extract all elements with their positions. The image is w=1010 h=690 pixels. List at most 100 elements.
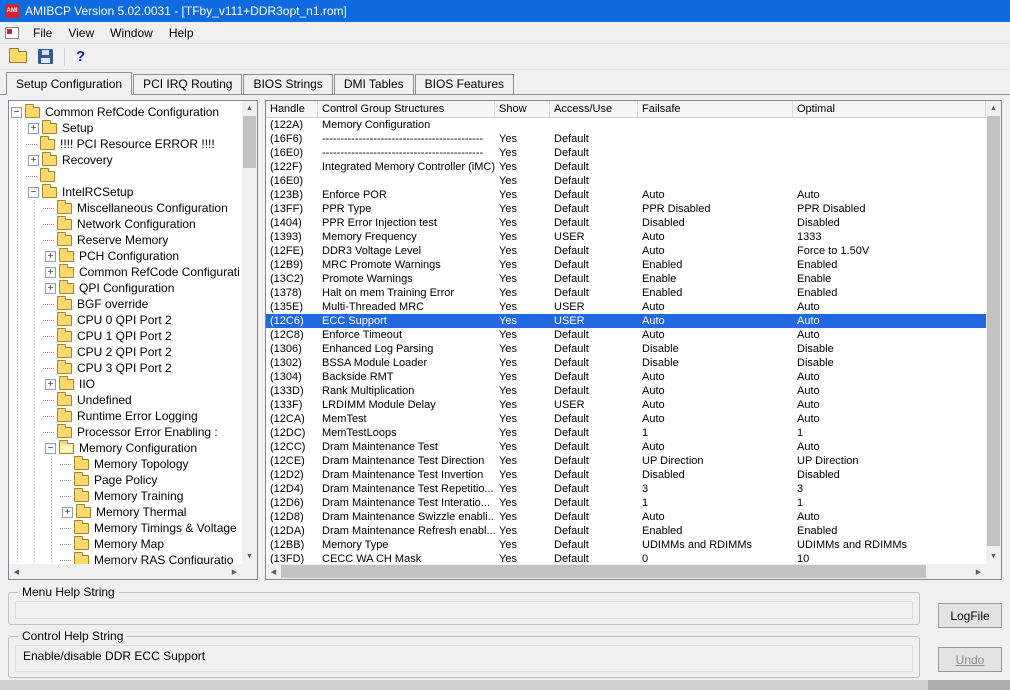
tree-item[interactable]: + Recovery	[9, 151, 242, 168]
tree-item[interactable]: Reserve Memory	[9, 231, 242, 248]
scroll-up-arrow[interactable]: ▲	[986, 101, 1001, 116]
table-row[interactable]: (12CC) Dram Maintenance Test Yes Default Aut…	[266, 440, 986, 454]
table-row[interactable]: (1302) BSSA Module Loader Yes Default Disabl…	[266, 356, 986, 370]
tab-pci-irq-routing[interactable]: PCI IRQ Routing	[133, 74, 243, 94]
table-row[interactable]: (13FF) PPR Type Yes Default PPR Disabled PPR …	[266, 202, 986, 216]
scroll-left-arrow[interactable]: ◀	[9, 564, 24, 579]
tree-item[interactable]: CPU 1 QPI Port 2	[9, 327, 242, 344]
tree-item[interactable]: Undefined	[9, 391, 242, 408]
scroll-down-arrow[interactable]: ▼	[986, 549, 1001, 564]
scroll-left-arrow[interactable]: ◀	[266, 564, 281, 579]
tree-item[interactable]: + Setup	[9, 119, 242, 136]
table-row[interactable]: (1393) Memory Frequency Yes USER Auto 1333	[266, 230, 986, 244]
tab-dmi-tables[interactable]: DMI Tables	[333, 74, 414, 94]
table-row[interactable]: (12DA) Dram Maintenance Refresh enabl... Y…	[266, 524, 986, 538]
tree-item[interactable]: − Common RefCode Configuration	[9, 103, 242, 120]
table-row[interactable]: (13C2) Promote Warnings Yes Default Enable En…	[266, 272, 986, 286]
expand-icon[interactable]: +	[45, 250, 56, 262]
tree-item[interactable]: + PCH Configuration	[9, 247, 242, 264]
tree-item[interactable]: CPU 3 QPI Port 2	[9, 359, 242, 376]
table-row[interactable]: (16E0) Yes Default	[266, 174, 986, 188]
tree-item[interactable]: Memory Training	[9, 487, 242, 504]
table-row[interactable]: (122F) Integrated Memory Controller (iMC)…	[266, 160, 986, 174]
table-row[interactable]: (1306) Enhanced Log Parsing Yes Default Disa…	[266, 342, 986, 356]
scroll-down-arrow[interactable]: ▼	[242, 549, 257, 564]
tree-item[interactable]: Network Configuration	[9, 215, 242, 232]
column-header-access-use[interactable]: Access/Use	[550, 101, 638, 117]
tree-item[interactable]: CPU 0 QPI Port 2	[9, 311, 242, 328]
tree-item[interactable]: + QPI Configuration	[9, 279, 242, 296]
tree-item[interactable]: !!!! PCI Resource ERROR !!!!	[9, 135, 242, 152]
table-vertical-scrollbar[interactable]: ▲ ▼	[986, 101, 1001, 564]
table-row[interactable]: (12D8) Dram Maintenance Swizzle enabli...…	[266, 510, 986, 524]
document-icon[interactable]	[5, 26, 19, 39]
tab-setup-configuration[interactable]: Setup Configuration	[6, 72, 133, 95]
table-row[interactable]: (12DC) MemTestLoops Yes Default 1 1	[266, 426, 986, 440]
expand-icon[interactable]: +	[45, 266, 56, 278]
open-file-icon[interactable]	[9, 47, 27, 63]
expand-icon[interactable]: +	[28, 154, 39, 166]
scrollbar-thumb[interactable]	[281, 565, 926, 578]
table-row[interactable]: (12FE) DDR3 Voltage Level Yes Default Auto Fo…	[266, 244, 986, 258]
tree-item[interactable]: Processor Error Enabling :	[9, 423, 242, 440]
column-header-handle[interactable]: Handle	[266, 101, 318, 117]
scroll-up-arrow[interactable]: ▲	[242, 101, 257, 116]
table-row[interactable]: (12BB) Memory Type Yes Default UDIMMs and RD…	[266, 538, 986, 552]
tree-item[interactable]: − Memory Configuration	[9, 439, 242, 456]
table-row[interactable]: (122A) Memory Configuration	[266, 118, 986, 132]
table-row[interactable]: (1404) PPR Error Injection test Yes Default…	[266, 216, 986, 230]
menu-window[interactable]: Window	[102, 23, 161, 43]
table-row[interactable]: (133D) Rank Multiplication Yes Default Auto A…	[266, 384, 986, 398]
table-row[interactable]: (12D6) Dram Maintenance Test Interatio...…	[266, 496, 986, 510]
tab-bios-features[interactable]: BIOS Features	[414, 74, 514, 94]
table-row[interactable]: (12B9) MRC Promote Warnings Yes Default Enab…	[266, 258, 986, 272]
undo-button[interactable]: Undo	[938, 647, 1002, 672]
table-row[interactable]: (13FD) CECC WA CH Mask Yes Default 0 10	[266, 552, 986, 564]
tree-item[interactable]: Memory Timings & Voltage	[9, 519, 242, 536]
column-header-failsafe[interactable]: Failsafe	[638, 101, 793, 117]
scrollbar-thumb[interactable]	[987, 116, 1000, 546]
expand-icon[interactable]: +	[28, 122, 39, 134]
table-row[interactable]: (133F) LRDIMM Module Delay Yes USER Auto Auto	[266, 398, 986, 412]
tree-vertical-scrollbar[interactable]: ▲ ▼	[242, 101, 257, 564]
menu-file[interactable]: File	[25, 23, 60, 43]
tree-item[interactable]: + Memory Thermal	[9, 503, 242, 520]
table-row[interactable]: (16F6) ----------------------------------…	[266, 132, 986, 146]
expand-icon[interactable]: +	[62, 506, 73, 518]
tree-item[interactable]: Miscellaneous Configuration	[9, 199, 242, 216]
table-horizontal-scrollbar[interactable]: ◀ ▶	[266, 564, 986, 579]
column-header-control-group-structures[interactable]: Control Group Structures	[318, 101, 495, 117]
column-header-show[interactable]: Show	[495, 101, 550, 117]
expand-icon[interactable]: +	[45, 378, 56, 390]
tree-item[interactable]: + Common RefCode Configurati	[9, 263, 242, 280]
collapse-icon[interactable]: −	[28, 186, 39, 198]
tree-item[interactable]: Runtime Error Logging	[9, 407, 242, 424]
menu-view[interactable]: View	[60, 23, 102, 43]
tree-item[interactable]: Page Policy	[9, 471, 242, 488]
logfile-button[interactable]: LogFile	[938, 603, 1002, 628]
tree-horizontal-scrollbar[interactable]: ◀ ▶	[9, 564, 242, 579]
table-row[interactable]: (12CA) MemTest Yes Default Auto Auto	[266, 412, 986, 426]
tree-item[interactable]: Memory Map	[9, 535, 242, 552]
scrollbar-thumb[interactable]	[243, 116, 256, 168]
table-row[interactable]: (12CE) Dram Maintenance Test Direction Yes…	[266, 454, 986, 468]
tree-item[interactable]: Memory Topology	[9, 455, 242, 472]
table-row[interactable]: (135E) Multi-Threaded MRC Yes USER Auto Auto	[266, 300, 986, 314]
tree-item[interactable]: Memory RAS Configuratio	[9, 551, 242, 564]
table-row[interactable]: (1378) Halt on mem Training Error Yes Defau…	[266, 286, 986, 300]
menu-help[interactable]: Help	[161, 23, 202, 43]
expand-icon[interactable]: +	[45, 282, 56, 294]
table-row[interactable]: (12C6) ECC Support Yes USER Auto Auto	[266, 314, 986, 328]
tree-item[interactable]: CPU 2 QPI Port 2	[9, 343, 242, 360]
table-row[interactable]: (12D4) Dram Maintenance Test Repetitio...…	[266, 482, 986, 496]
collapse-icon[interactable]: −	[11, 106, 22, 118]
scroll-right-arrow[interactable]: ▶	[227, 564, 242, 579]
help-icon[interactable]: ?	[76, 49, 85, 64]
table-row[interactable]: (12C8) Enforce Timeout Yes Default Auto Auto	[266, 328, 986, 342]
table-row[interactable]: (12D2) Dram Maintenance Test Invertion Yes…	[266, 468, 986, 482]
tree-item[interactable]: − IntelRCSetup	[9, 183, 242, 200]
table-row[interactable]: (1304) Backside RMT Yes Default Auto Auto	[266, 370, 986, 384]
tree-item[interactable]: BGF override	[9, 295, 242, 312]
tab-bios-strings[interactable]: BIOS Strings	[243, 74, 333, 94]
tree-item[interactable]	[9, 167, 242, 184]
